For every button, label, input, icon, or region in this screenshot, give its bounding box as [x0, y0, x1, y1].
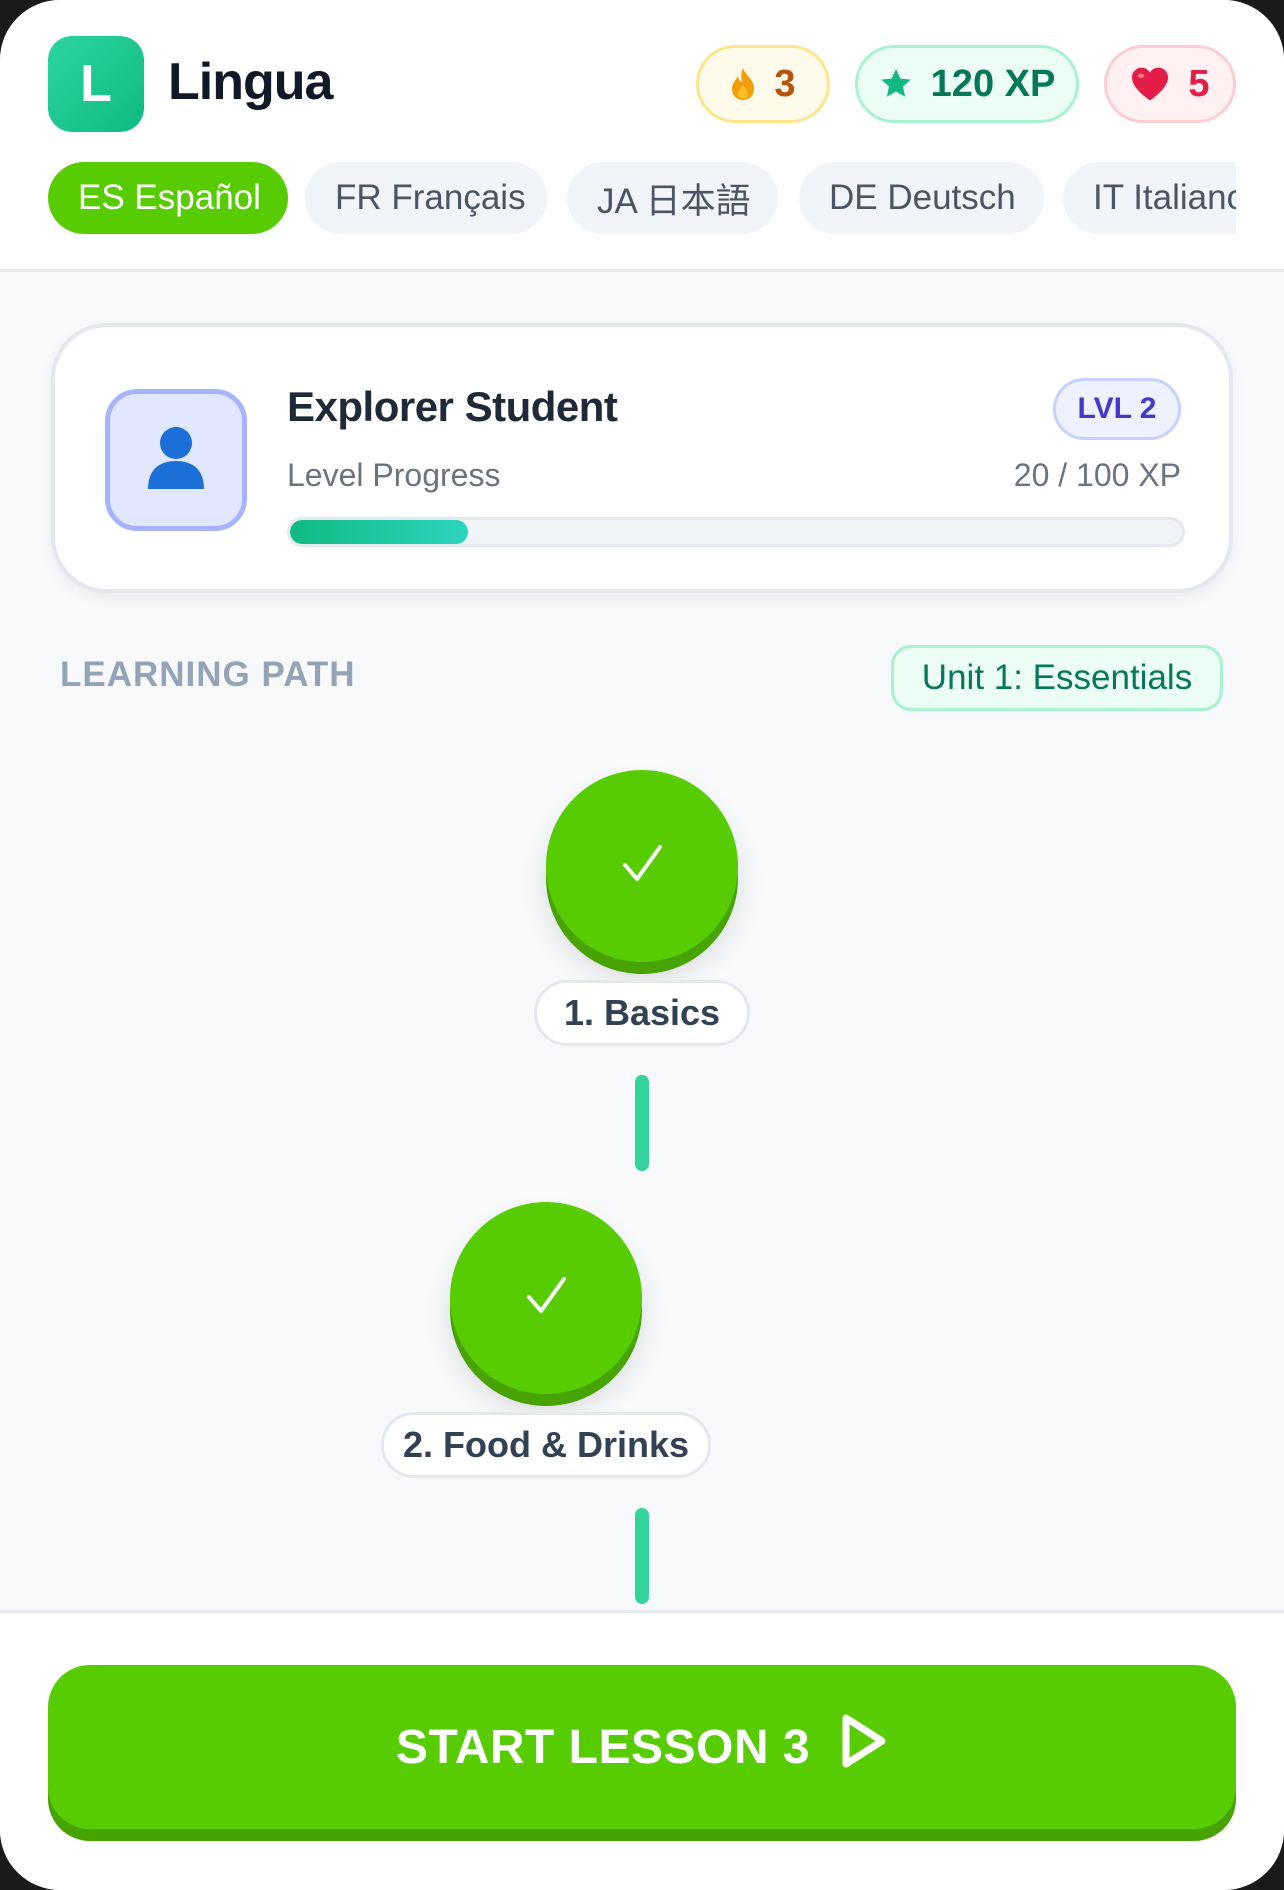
- lesson-label-2[interactable]: 2. Food & Drinks: [381, 1412, 711, 1478]
- xp-counter[interactable]: 120 XP: [855, 45, 1079, 123]
- streak-count: 3: [774, 62, 796, 105]
- user-icon: [144, 425, 208, 496]
- lesson-node-1[interactable]: [546, 770, 738, 962]
- level-progress-label: Level Progress: [287, 457, 501, 493]
- path-connector: [635, 1508, 649, 1604]
- language-tab-es[interactable]: ES Español: [48, 162, 288, 234]
- profile-card: Explorer Student LVL 2 Level Progress 20…: [51, 323, 1233, 593]
- xp-count: 120 XP: [930, 62, 1056, 105]
- hearts-counter[interactable]: 5: [1104, 45, 1236, 123]
- language-tab-it[interactable]: IT Italiano: [1063, 162, 1236, 234]
- flame-icon: [730, 67, 756, 101]
- app-screen: L Lingua 3 120 XP 5 ES Español FR França…: [0, 0, 1284, 1890]
- start-lesson-label: START LESSON 3: [395, 1720, 811, 1774]
- checkmark-icon: [619, 841, 665, 892]
- start-lesson-button[interactable]: START LESSON 3: [48, 1665, 1236, 1829]
- level-progress-fill: [290, 520, 469, 544]
- language-tab-fr[interactable]: FR Français: [305, 162, 547, 234]
- section-title: LEARNING PATH: [60, 655, 356, 694]
- language-tab-de[interactable]: DE Deutsch: [799, 162, 1044, 234]
- path-connector: [635, 1075, 649, 1171]
- star-icon: [879, 67, 913, 101]
- app-title: Lingua: [168, 53, 333, 111]
- level-progress-xp: 20 / 100 XP: [1013, 457, 1181, 493]
- play-icon: [840, 1713, 888, 1781]
- heart-icon: [1130, 66, 1170, 102]
- app-logo: L: [48, 36, 144, 132]
- lesson-node-2[interactable]: [450, 1202, 642, 1394]
- level-progress-bar: [287, 517, 1185, 547]
- app-header: L Lingua 3 120 XP 5 ES Español FR França…: [0, 0, 1284, 272]
- language-selector: ES Español FR Français JA 日本語 DE Deutsch…: [48, 162, 1236, 234]
- unit-badge: Unit 1: Essentials: [891, 645, 1223, 711]
- checkmark-icon: [523, 1273, 569, 1324]
- level-badge: LVL 2: [1053, 378, 1181, 440]
- lesson-label-1[interactable]: 1. Basics: [534, 980, 750, 1046]
- streak-counter[interactable]: 3: [696, 45, 830, 123]
- bottom-bar: START LESSON 3: [0, 1610, 1284, 1890]
- language-tab-ja[interactable]: JA 日本語: [567, 162, 778, 234]
- profile-name: Explorer Student: [287, 383, 618, 430]
- hearts-count: 5: [1188, 62, 1210, 105]
- avatar[interactable]: [105, 389, 247, 531]
